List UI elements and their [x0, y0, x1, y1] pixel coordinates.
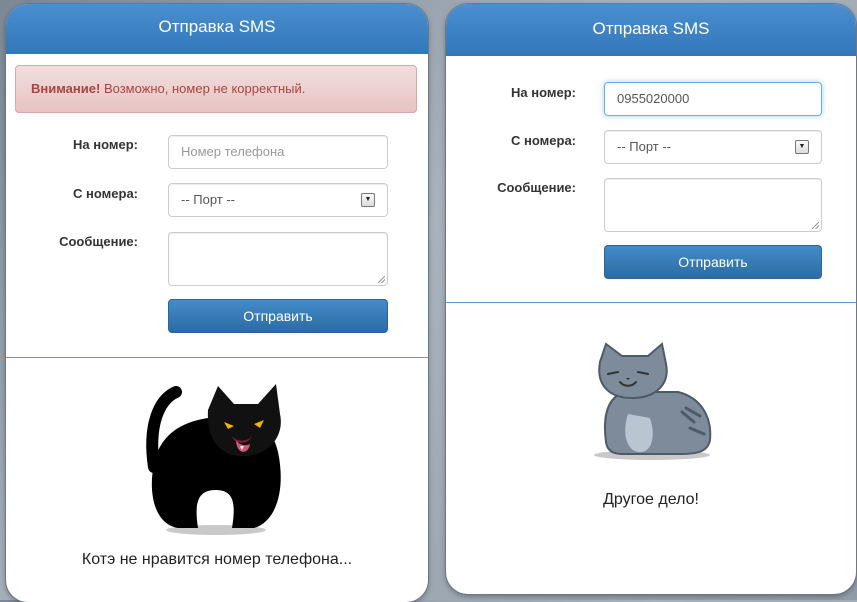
- port-select[interactable]: -- Порт -- ▼: [168, 183, 388, 217]
- phone-number-input[interactable]: Номер телефона: [168, 135, 388, 169]
- divider: [6, 357, 428, 358]
- panel-title: Отправка SMS: [446, 4, 856, 56]
- message-label: Сообщение:: [59, 234, 138, 249]
- cat-caption: Котэ не нравится номер телефона...: [81, 551, 353, 568]
- alert-strong: Внимание!: [31, 81, 101, 96]
- phone-number-placeholder: Номер телефона: [181, 144, 285, 159]
- sms-panel-success: Отправка SMS На номер: 0955020000 С номе…: [446, 4, 856, 594]
- message-textarea[interactable]: [168, 232, 388, 286]
- from-number-label: С номера:: [511, 133, 576, 148]
- alert-text: Возможно, номер не корректный.: [103, 81, 306, 96]
- panel-title: Отправка SMS: [6, 4, 428, 54]
- message-textarea[interactable]: [604, 178, 822, 232]
- message-label: Сообщение:: [497, 180, 576, 195]
- send-button[interactable]: Отправить: [168, 299, 388, 333]
- warning-alert: Внимание! Возможно, номер не корректный.: [15, 65, 417, 113]
- port-select[interactable]: -- Порт -- ▼: [604, 130, 822, 164]
- port-select-value: -- Порт --: [181, 192, 236, 207]
- port-select-value: -- Порт --: [617, 139, 672, 154]
- cat-caption: Другое дело!: [603, 491, 699, 508]
- to-number-label: На номер:: [73, 137, 138, 152]
- calm-gray-cat-icon: [594, 342, 712, 460]
- sms-panel-error: Отправка SMS Внимание! Возможно, номер н…: [6, 4, 428, 602]
- to-number-label: На номер:: [511, 85, 576, 100]
- send-button[interactable]: Отправить: [604, 245, 822, 279]
- resize-grip-icon[interactable]: [378, 276, 385, 283]
- select-arrow-icon[interactable]: ▼: [361, 193, 375, 207]
- angry-black-cat-icon: [146, 384, 281, 535]
- resize-grip-icon[interactable]: [812, 222, 819, 229]
- divider: [446, 302, 856, 303]
- from-number-label: С номера:: [73, 186, 138, 201]
- select-arrow-icon[interactable]: ▼: [795, 140, 809, 154]
- phone-number-input[interactable]: 0955020000: [604, 82, 822, 116]
